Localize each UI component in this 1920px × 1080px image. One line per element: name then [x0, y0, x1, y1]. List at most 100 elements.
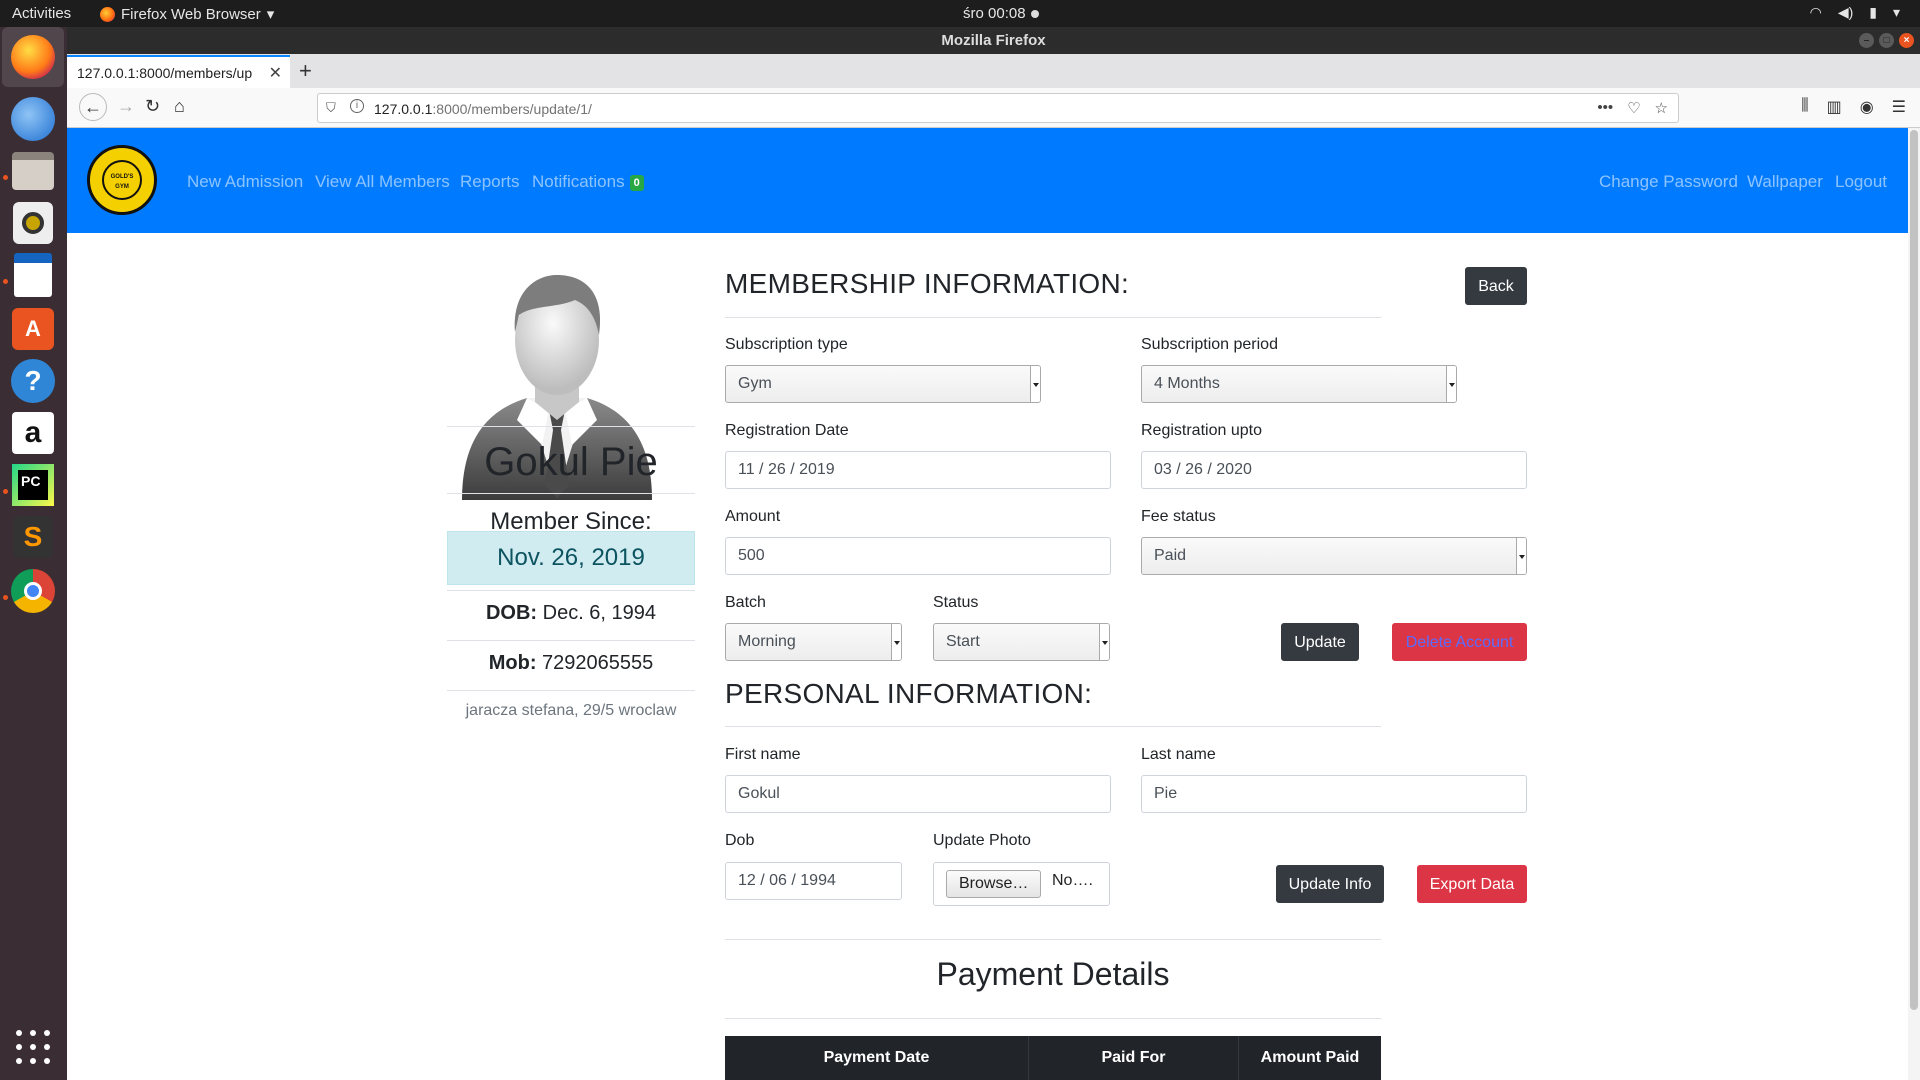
dock-help[interactable]: ? — [9, 357, 57, 405]
minimize-icon[interactable]: – — [1859, 33, 1874, 48]
delete-account-button[interactable]: Delete Account — [1392, 623, 1527, 661]
dock-chrome[interactable] — [9, 567, 57, 615]
hamburger-menu-icon[interactable]: ☰ — [1892, 97, 1906, 117]
subscription-type-value: Gym — [738, 375, 772, 392]
member-address: jaracza stefana, 29/5 wroclaw — [465, 702, 677, 719]
bookmark-star-icon[interactable]: ☆ — [1655, 99, 1668, 117]
reload-icon[interactable]: ↻ — [145, 96, 160, 117]
close-icon[interactable]: × — [1899, 33, 1914, 48]
divider — [447, 590, 695, 591]
dob-line: DOB: Dec. 6, 1994 — [447, 602, 695, 625]
golds-gym-logo[interactable]: GOLD'S GYM — [87, 145, 157, 215]
status-select[interactable]: Start — [933, 623, 1110, 661]
subscription-period-select[interactable]: 4 Months — [1141, 365, 1457, 403]
home-icon[interactable]: ⌂ — [174, 96, 185, 117]
divider — [725, 939, 1381, 940]
dock-amazon[interactable]: a — [9, 409, 57, 457]
library-icon[interactable]: ⫼ — [1801, 97, 1808, 117]
forward-arrow-icon[interactable]: → — [117, 96, 135, 117]
writer-icon — [14, 253, 52, 297]
export-data-button[interactable]: Export Data — [1417, 865, 1527, 903]
system-tray[interactable]: ◠ ◀) ▮ ▾ — [1810, 4, 1900, 21]
status-label: Status — [933, 594, 979, 611]
registration-date-input[interactable]: 11 / 26 / 2019 — [725, 451, 1111, 489]
member-since-date: Nov. 26, 2019 — [447, 531, 695, 585]
dock-thunderbird[interactable] — [9, 95, 57, 143]
help-icon: ? — [11, 359, 55, 403]
divider — [447, 493, 695, 494]
column-header: Paid For — [1029, 1036, 1239, 1080]
files-icon — [12, 152, 54, 190]
amount-label: Amount — [725, 508, 781, 525]
nav-new-admission[interactable]: New Admission — [187, 172, 303, 192]
sidebar-icon[interactable]: ▥ — [1827, 97, 1842, 117]
personal-title: PERSONAL INFORMATION: — [725, 678, 1093, 709]
divider — [725, 1018, 1381, 1019]
thunderbird-icon — [11, 97, 55, 141]
new-tab-icon[interactable]: + — [299, 58, 312, 84]
dock-firefox[interactable] — [2, 27, 64, 87]
shield-icon[interactable]: ⛉ — [326, 100, 336, 116]
last-name-input[interactable]: Pie — [1141, 775, 1527, 813]
update-info-button[interactable]: Update Info — [1276, 865, 1384, 903]
first-name-input[interactable]: Gokul — [725, 775, 1111, 813]
nav-view-all-members[interactable]: View All Members — [315, 172, 450, 192]
nav-logout[interactable]: Logout — [1835, 172, 1887, 192]
dock-pycharm[interactable]: PC — [9, 461, 57, 509]
column-header: Amount Paid — [1260, 1049, 1360, 1066]
show-applications-icon[interactable] — [16, 1030, 50, 1064]
url-bar[interactable]: ⛉ i 127.0.0.1:8000/members/update/1/ •••… — [317, 93, 1679, 123]
nav-notifications[interactable]: Notifications 0 — [532, 172, 644, 192]
info-icon[interactable]: i — [350, 99, 364, 113]
amount-input[interactable]: 500 — [725, 537, 1111, 575]
close-tab-icon[interactable]: ✕ — [269, 63, 282, 83]
dob-input[interactable]: 12 / 06 / 1994 — [725, 862, 902, 900]
subscription-type-label: Subscription type — [725, 336, 848, 353]
scrollbar[interactable] — [1908, 128, 1920, 1080]
wifi-icon: ◠ — [1809, 4, 1822, 20]
dock-sublime[interactable]: S — [9, 513, 57, 561]
clock[interactable]: śro 00:08 — [963, 5, 1039, 22]
software-center-icon: A — [12, 308, 54, 350]
back-arrow-icon[interactable]: ← — [79, 93, 107, 121]
running-indicator — [3, 595, 8, 600]
dock-writer[interactable] — [9, 251, 57, 299]
dock-software[interactable]: A — [9, 305, 57, 353]
no-file-label: No…. — [1052, 872, 1093, 889]
payment-table-header: Payment Date Paid For Amount Paid — [725, 1036, 1381, 1080]
member-name: Gokul Pie — [484, 440, 658, 484]
dock-rhythmbox[interactable] — [9, 199, 57, 247]
back-button[interactable]: Back — [1465, 267, 1527, 305]
pycharm-icon: PC — [12, 464, 54, 506]
pocket-icon[interactable]: ♡ — [1627, 99, 1640, 117]
logo-text: GOLD'S GYM — [102, 160, 142, 200]
batch-select[interactable]: Morning — [725, 623, 902, 661]
nav-wallpaper[interactable]: Wallpaper — [1747, 172, 1823, 192]
update-button[interactable]: Update — [1281, 623, 1359, 661]
page-actions-icon[interactable]: ••• — [1597, 99, 1613, 117]
registration-upto-input[interactable]: 03 / 26 / 2020 — [1141, 451, 1527, 489]
page-viewport: GOLD'S GYM New Admission View All Member… — [67, 128, 1920, 1080]
dock-files[interactable] — [9, 147, 57, 195]
browser-tab[interactable]: 127.0.0.1:8000/members/up ✕ — [67, 55, 290, 88]
chevron-down-icon: ▾ — [266, 6, 275, 23]
app-menu[interactable]: Firefox Web Browser ▾ — [100, 5, 274, 23]
fee-status-select[interactable]: Paid — [1141, 537, 1527, 575]
maximize-icon[interactable]: □ — [1879, 33, 1894, 48]
nav-change-password[interactable]: Change Password — [1599, 172, 1738, 192]
window-title: Mozilla Firefox — [941, 32, 1046, 49]
first-name-label: First name — [725, 746, 801, 763]
subscription-type-select[interactable]: Gym — [725, 365, 1041, 403]
subscription-period-label: Subscription period — [1141, 336, 1278, 353]
account-icon[interactable]: ◉ — [1860, 97, 1874, 117]
divider — [725, 317, 1381, 318]
browse-button[interactable]: Browse… — [946, 870, 1042, 898]
chevron-down-icon — [1030, 366, 1040, 402]
photo-file-input[interactable]: Browse… No…. — [933, 862, 1110, 906]
mob-value: 7292065555 — [542, 652, 654, 674]
scrollbar-thumb[interactable] — [1910, 130, 1918, 1010]
url-text: 127.0.0.1:8000/members/update/1/ — [374, 101, 592, 117]
activities-button[interactable]: Activities — [12, 5, 71, 22]
running-indicator — [3, 279, 8, 284]
nav-reports[interactable]: Reports — [460, 172, 520, 192]
